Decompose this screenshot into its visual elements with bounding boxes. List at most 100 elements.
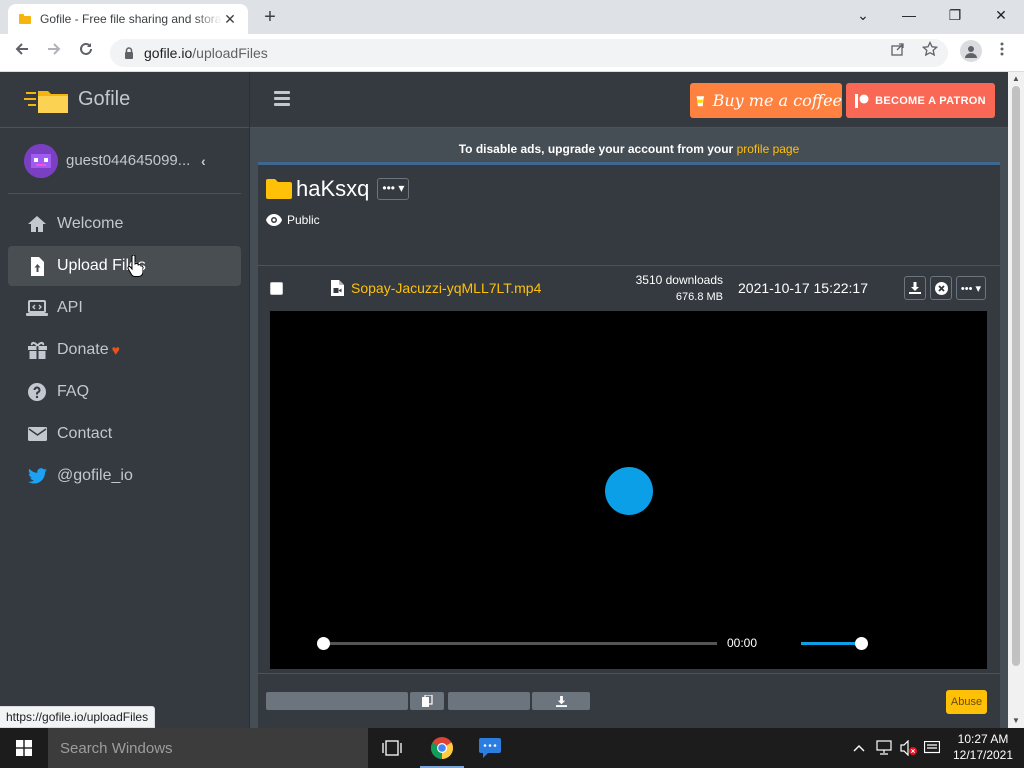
- sidebar-item-faq[interactable]: FAQ: [8, 372, 241, 412]
- lock-icon: [125, 47, 133, 59]
- folder-link-field[interactable]: [266, 692, 408, 710]
- scrollbar-thumb[interactable]: [1012, 86, 1020, 666]
- browser-toolbar: gofile.io/uploadFiles: [0, 34, 1024, 72]
- bookmark-star-icon[interactable]: [920, 40, 940, 61]
- chrome-icon: [431, 737, 453, 759]
- download-all-button[interactable]: [532, 692, 590, 710]
- report-abuse-button[interactable]: Abuse: [946, 690, 987, 714]
- sidebar-item-contact[interactable]: Contact: [8, 414, 241, 454]
- windows-taskbar: Search Windows 10:27 AM 12/17/2021: [0, 728, 1024, 768]
- delete-button[interactable]: [930, 276, 952, 300]
- copy-icon: [421, 695, 433, 707]
- forward-button[interactable]: [42, 41, 66, 65]
- kebab-menu-icon[interactable]: [992, 41, 1012, 61]
- page-scrollbar[interactable]: ▲ ▼: [1008, 72, 1024, 728]
- envelope-icon: [26, 424, 48, 444]
- network-icon[interactable]: [872, 728, 896, 768]
- hamburger-menu-icon[interactable]: [274, 91, 290, 109]
- download-icon: [555, 695, 567, 707]
- volume-bar[interactable]: [801, 642, 863, 645]
- taskbar-messaging[interactable]: [466, 728, 514, 768]
- question-circle-icon: [26, 382, 48, 402]
- tab-search-icon[interactable]: ⌄: [840, 0, 886, 30]
- visibility-status[interactable]: Public: [266, 213, 320, 227]
- heart-icon: ♥: [111, 342, 120, 358]
- share-icon[interactable]: [888, 41, 908, 61]
- download-button[interactable]: [904, 276, 926, 300]
- file-row: Sopay-Jacuzzi-yqMLL7LT.mp4 3510 download…: [258, 268, 1000, 310]
- folder-icon: [266, 179, 292, 199]
- coffee-cup-icon: [696, 95, 705, 106]
- back-button[interactable]: [10, 41, 34, 65]
- minimize-button[interactable]: —: [886, 0, 932, 30]
- file-select-checkbox[interactable]: [270, 282, 283, 295]
- loading-spinner: [605, 467, 653, 515]
- sidebar-item-upload-files[interactable]: Upload Files: [8, 246, 241, 286]
- sidebar-item-label: Donate: [57, 341, 109, 358]
- buy-me-a-coffee-button[interactable]: Buy me a coffee: [690, 83, 842, 118]
- file-name-link[interactable]: Sopay-Jacuzzi-yqMLL7LT.mp4: [351, 280, 541, 296]
- start-button[interactable]: [0, 728, 48, 768]
- close-window-button[interactable]: ✕: [978, 0, 1024, 30]
- file-size: 676.8 MB: [675, 291, 723, 303]
- sidebar-item-api[interactable]: API: [8, 288, 241, 328]
- chevron-left-icon[interactable]: ‹: [201, 153, 206, 169]
- taskbar-chrome[interactable]: [418, 728, 466, 768]
- volume-muted-icon[interactable]: [898, 728, 920, 768]
- profile-avatar-icon[interactable]: [960, 40, 982, 62]
- scroll-down-arrow-icon[interactable]: ▼: [1008, 714, 1024, 728]
- task-view-button[interactable]: [368, 728, 416, 768]
- sidebar-item-label: FAQ: [57, 383, 90, 400]
- sidebar-item-label: Contact: [57, 425, 113, 442]
- visibility-label: Public: [287, 213, 320, 227]
- buy-me-a-coffee-label: Buy me a coffee: [712, 91, 842, 110]
- seek-handle[interactable]: [317, 637, 330, 650]
- address-bar[interactable]: gofile.io/uploadFiles: [110, 39, 948, 67]
- taskbar-clock[interactable]: 10:27 AM 12/17/2021: [944, 731, 1022, 763]
- download-icon: [909, 282, 921, 294]
- download-all-field[interactable]: [448, 692, 530, 710]
- arrow-left-icon: [15, 43, 28, 55]
- video-player[interactable]: 00:00: [270, 311, 987, 669]
- windows-search-box[interactable]: Search Windows: [48, 728, 368, 768]
- tray-overflow-chevron-icon[interactable]: [850, 728, 868, 768]
- user-panel[interactable]: guest044645099... ‹: [8, 128, 241, 194]
- status-bar-url: https://gofile.io/uploadFiles: [0, 706, 156, 728]
- tab-close-icon[interactable]: ✕: [222, 11, 238, 27]
- volume-handle[interactable]: [855, 637, 868, 650]
- windows-logo-icon: [16, 740, 32, 756]
- clock-date: 12/17/2021: [952, 748, 1014, 762]
- gofile-page: Gofile guest044645099... ‹ Welcome Uploa…: [0, 72, 1008, 728]
- reload-button[interactable]: [74, 41, 98, 65]
- sidebar-item-donate[interactable]: Donate ♥: [8, 330, 241, 370]
- user-name: guest044645099...: [66, 152, 191, 169]
- file-meta: 3510 downloads 676.8 MB: [593, 272, 723, 306]
- gift-icon: [26, 340, 48, 360]
- sidebar-item-twitter[interactable]: @gofile_io: [8, 456, 241, 496]
- folder-name: haKsxq: [296, 176, 370, 201]
- sidebar-nav: Welcome Upload Files API Donate ♥ FAQ Co…: [0, 194, 249, 496]
- chat-icon: [479, 738, 501, 758]
- tab-title: Gofile - Free file sharing and storage: [40, 12, 222, 26]
- brand-name: Gofile: [78, 88, 131, 110]
- browser-tab[interactable]: Gofile - Free file sharing and storage ✕: [8, 4, 248, 34]
- restore-button[interactable]: ❐: [932, 0, 978, 30]
- folder-card: haKsxq ••• ▾ Public Sopay-Jacuzzi-yqMLL7…: [258, 162, 1000, 728]
- notifications-icon[interactable]: [920, 728, 944, 768]
- file-options-dropdown[interactable]: ••• ▾: [956, 276, 986, 300]
- brand[interactable]: Gofile: [0, 72, 249, 128]
- sidebar-item-welcome[interactable]: Welcome: [8, 204, 241, 244]
- become-a-patron-button[interactable]: BECOME A PATRON: [846, 83, 995, 118]
- seek-bar[interactable]: [322, 642, 717, 645]
- new-tab-button[interactable]: +: [258, 6, 282, 30]
- file-upload-icon: [26, 256, 48, 276]
- gofile-logo-icon: [24, 90, 68, 113]
- folder-options-dropdown[interactable]: ••• ▾: [377, 178, 410, 200]
- divider: [258, 673, 1000, 674]
- copy-link-button[interactable]: [410, 692, 444, 710]
- arrow-right-icon: [48, 43, 61, 55]
- folder-actions-bar: Abuse: [258, 675, 1000, 728]
- profile-page-link[interactable]: profile page: [737, 142, 800, 156]
- gofile-favicon-icon: [19, 14, 31, 24]
- scroll-up-arrow-icon[interactable]: ▲: [1008, 72, 1024, 86]
